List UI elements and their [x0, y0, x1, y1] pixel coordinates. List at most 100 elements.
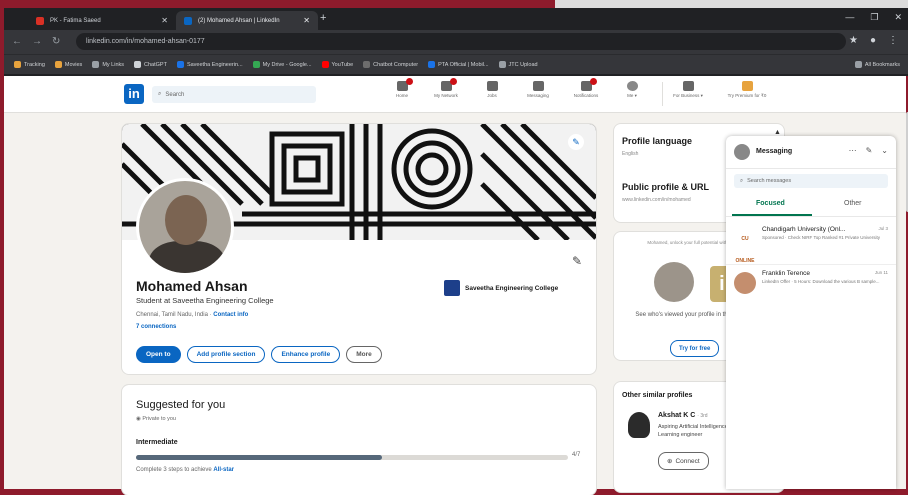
thread-time: Jun 11 — [874, 270, 888, 275]
profile-icon[interactable]: ● — [870, 35, 876, 46]
bookmark-item[interactable]: JTC Upload — [498, 61, 538, 68]
bookmark-item[interactable]: My Links — [92, 61, 124, 68]
search-placeholder: Search — [165, 91, 185, 98]
url-text: linkedin.com/in/mohamed-ahsan-0177 — [86, 38, 205, 45]
notification-badge — [405, 78, 413, 85]
bookmark-star-icon[interactable]: ★ — [849, 35, 858, 46]
bookmark-item[interactable]: PTA Official | Mobil... — [428, 61, 489, 68]
all-bookmarks[interactable]: All Bookmarks — [854, 61, 900, 68]
compose-icon[interactable]: ✎ — [866, 146, 873, 155]
profile-photo[interactable] — [136, 178, 234, 276]
profile-name: Mohamed Ahsan — [136, 278, 248, 294]
thread-time: Jul 3 — [878, 226, 888, 231]
forward-icon[interactable]: → — [32, 36, 42, 47]
profile-strength-bar — [136, 455, 568, 460]
nav-my-network[interactable]: My Network — [424, 78, 468, 98]
briefcase-icon — [486, 81, 498, 91]
avatar — [654, 262, 694, 302]
browser-tab-active[interactable]: (2) Mohamed Ahsan | LinkedIn ✕ — [176, 11, 318, 30]
public-profile-title: Public profile & URL — [622, 182, 710, 192]
add-profile-section-button[interactable]: Add profile section — [186, 346, 266, 363]
youtube-icon — [321, 61, 329, 68]
profile-location: Chennai, Tamil Nadu, India · Contact inf… — [136, 312, 249, 318]
linkedin-logo[interactable]: in — [124, 84, 144, 104]
nav-try-premium[interactable]: Try Premium for ₹0 — [718, 81, 776, 99]
avatar — [734, 272, 756, 294]
contact-info-link[interactable]: Contact info — [213, 312, 248, 318]
similar-profile-name[interactable]: Akshat K C · 3rd — [658, 412, 708, 419]
nav-home[interactable]: Home — [380, 78, 424, 98]
new-tab-button[interactable]: + — [320, 12, 326, 24]
bookmark-item[interactable]: Tracking — [14, 61, 45, 68]
try-for-free-button[interactable]: Try for free — [670, 340, 720, 357]
tab-title: PK - Fatima Saeed — [50, 17, 101, 24]
folder-icon — [54, 61, 62, 68]
profile-actions: Open to Add profile section Enhance prof… — [136, 346, 382, 363]
tab-focused[interactable]: Focused — [756, 200, 785, 207]
nav-for-business[interactable]: For Business ▾ — [666, 81, 710, 99]
minimize-icon[interactable]: — — [845, 12, 854, 23]
thread-preview: LinkedIn Offer · 5 Hours: Download the v… — [762, 279, 880, 284]
message-thread[interactable]: Franklin Terence Jun 11 LinkedIn Offer ·… — [726, 264, 896, 304]
add-person-icon: ⊕ — [667, 458, 673, 465]
bell-icon — [580, 78, 597, 91]
enhance-profile-button[interactable]: Enhance profile — [271, 346, 341, 363]
search-input[interactable]: ⌕ Search — [152, 86, 316, 103]
more-icon[interactable]: ⋯ — [849, 146, 857, 155]
reload-icon[interactable]: ↻ — [52, 36, 60, 47]
open-to-button[interactable]: Open to — [136, 346, 181, 363]
private-label: ◉ Private to you — [136, 416, 176, 422]
messaging-tabs: Focused Other — [726, 196, 896, 217]
profile-strength-level: Intermediate — [136, 439, 178, 446]
college-logo — [444, 280, 460, 296]
chevron-down-icon[interactable]: ⌄ — [881, 146, 888, 155]
more-button[interactable]: More — [346, 346, 382, 363]
messaging-controls: ⋯ ✎ ⌄ — [849, 146, 888, 155]
edit-banner-icon[interactable]: ✎ — [568, 134, 584, 150]
youtube-icon — [36, 16, 44, 25]
tab-other[interactable]: Other — [844, 200, 862, 207]
browser-tab[interactable]: PK - Fatima Saeed ✕ — [28, 11, 176, 30]
linkedin-icon — [184, 16, 192, 25]
menu-icon[interactable]: ⋮ — [888, 35, 898, 46]
back-icon[interactable]: ← — [12, 36, 22, 47]
site-icon — [428, 61, 436, 68]
thread-name: Franklin Terence — [762, 270, 810, 277]
message-thread[interactable]: CU ONLINE Chandigarh University (Onl... … — [726, 220, 896, 264]
thread-name: Chandigarh University (Onl... — [762, 226, 846, 233]
connections-link[interactable]: 7 connections — [136, 324, 176, 330]
bookmark-item[interactable]: ChatGPT — [134, 61, 167, 68]
avatar[interactable] — [628, 412, 650, 438]
bookmark-item[interactable]: Movies — [54, 61, 82, 68]
site-icon — [363, 61, 371, 68]
link-icon — [92, 61, 100, 68]
bookmark-item[interactable]: Saveetha Engineerin... — [176, 61, 243, 68]
drive-icon — [252, 61, 260, 68]
chat-icon — [532, 81, 544, 91]
messaging-title: Messaging — [756, 148, 793, 155]
close-window-icon[interactable]: ✕ — [894, 12, 902, 23]
browser-window: PK - Fatima Saeed ✕ (2) Mohamed Ahsan | … — [4, 8, 908, 76]
chevron-up-icon[interactable]: ▲ — [774, 129, 781, 136]
profile-language-title: Profile language — [622, 136, 693, 146]
nav-me[interactable]: Me ▾ — [610, 81, 654, 99]
bookmark-item[interactable]: Chatbot Computer — [363, 61, 418, 68]
maximize-icon[interactable]: ❐ — [870, 12, 878, 23]
nav-jobs[interactable]: Jobs — [470, 81, 514, 98]
connect-button[interactable]: ⊕ Connect — [658, 452, 709, 470]
education-badge[interactable]: Saveetha Engineering College — [444, 280, 558, 296]
close-tab-icon[interactable]: ✕ — [303, 16, 310, 25]
search-icon: ⌕ — [158, 91, 162, 97]
bookmark-item[interactable]: My Drive - Google... — [252, 61, 312, 68]
edit-intro-icon[interactable]: ✎ — [572, 254, 582, 268]
bookmark-item[interactable]: YouTube — [321, 61, 353, 68]
all-star-link[interactable]: All-star — [213, 467, 234, 473]
nav-messaging[interactable]: Messaging — [516, 81, 560, 98]
close-tab-icon[interactable]: ✕ — [161, 16, 168, 25]
message-search-input[interactable]: ⌕ Search messages — [734, 174, 888, 188]
nav-buttons: ← → ↻ — [12, 36, 60, 47]
messaging-header[interactable]: Messaging ⋯ ✎ ⌄ — [726, 136, 896, 169]
address-bar[interactable]: linkedin.com/in/mohamed-ahsan-0177 — [76, 33, 846, 50]
nav-notifications[interactable]: Notifications — [564, 78, 608, 98]
chatgpt-icon — [134, 61, 142, 68]
